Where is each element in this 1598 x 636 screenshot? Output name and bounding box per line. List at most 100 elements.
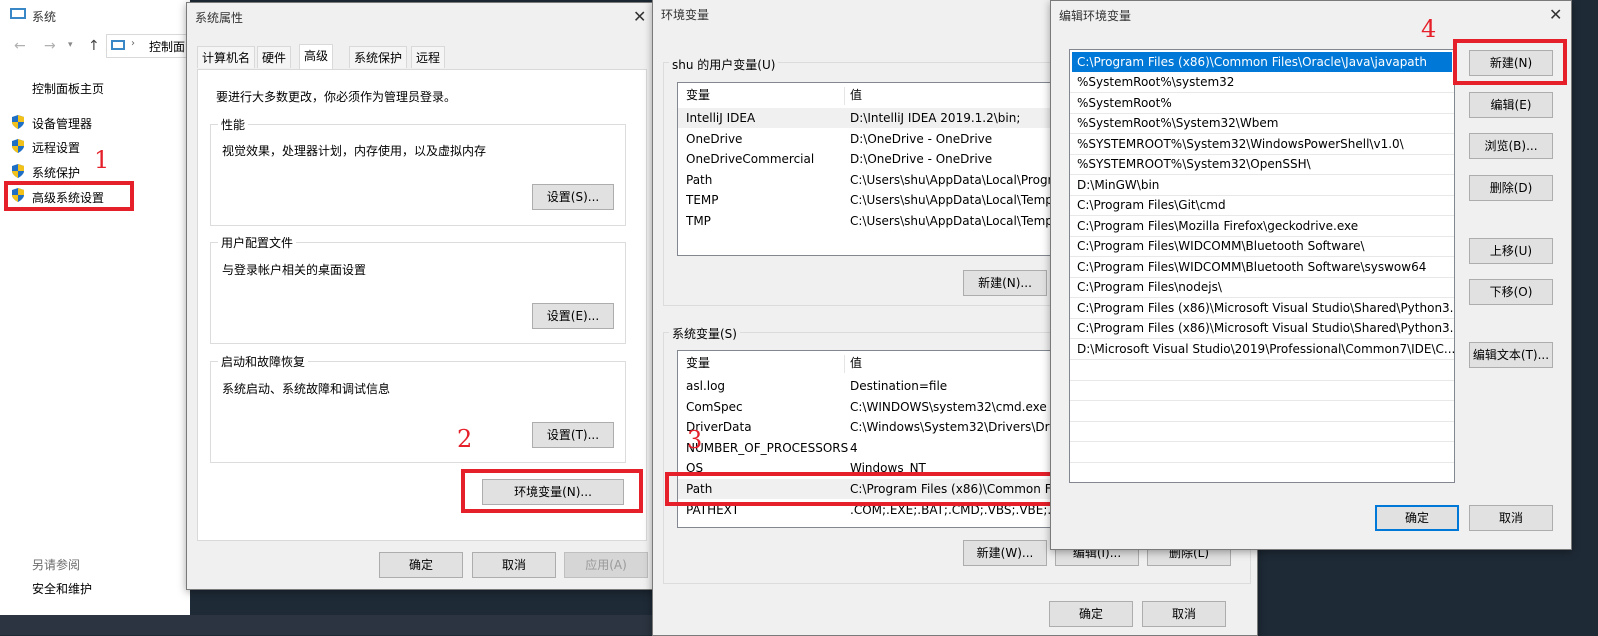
list-item[interactable]: C:\Program Files (x86)\Common Files\Orac… bbox=[1072, 52, 1452, 72]
performance-group bbox=[210, 124, 626, 226]
forward-arrow-icon[interactable]: → bbox=[44, 38, 56, 54]
annotation-4: 4 bbox=[1421, 15, 1437, 43]
variable-value: 4 bbox=[850, 441, 858, 455]
back-arrow-icon[interactable]: ← bbox=[14, 38, 26, 54]
variable-name: Path bbox=[686, 173, 713, 187]
startup-recovery-settings-button[interactable]: 设置(T)... bbox=[532, 422, 614, 448]
dialog-title: 编辑环境变量 bbox=[1059, 9, 1132, 23]
list-item[interactable]: D:\Microsoft Visual Studio\2019\Professi… bbox=[1070, 339, 1454, 360]
list-item[interactable]: C:\Program Files\Git\cmd bbox=[1070, 195, 1454, 216]
edit-text-button[interactable]: 编辑文本(T)... bbox=[1469, 342, 1553, 368]
table-row[interactable]: IntelliJ IDEA D:\IntelliJ IDEA 2019.1.2\… bbox=[678, 108, 1058, 128]
list-item[interactable]: %SYSTEMROOT%\System32\OpenSSH\ bbox=[1070, 154, 1454, 175]
ok-button[interactable]: 确定 bbox=[1375, 505, 1459, 531]
startup-recovery-title: 启动和故障恢复 bbox=[218, 353, 309, 370]
highlight-box-1 bbox=[4, 181, 134, 211]
remote-settings-link[interactable]: 远程设置 bbox=[32, 139, 80, 156]
table-row[interactable]: OneDrive D:\OneDrive - OneDrive bbox=[678, 129, 1058, 149]
admin-note: 要进行大多数更改，你必须作为管理员登录。 bbox=[216, 90, 457, 104]
delete-path-button[interactable]: 删除(D) bbox=[1469, 175, 1553, 201]
device-manager-link[interactable]: 设备管理器 bbox=[32, 115, 92, 132]
shield-icon bbox=[10, 138, 26, 154]
table-row[interactable]: OneDriveCommercial D:\OneDrive - OneDriv… bbox=[678, 149, 1058, 169]
security-maintenance-link[interactable]: 安全和维护 bbox=[32, 580, 92, 597]
control-panel-home-link[interactable]: 控制面板主页 bbox=[32, 80, 104, 97]
variable-name: OneDrive bbox=[686, 132, 743, 146]
table-row[interactable]: Path C:\Users\shu\AppData\Local\Progra bbox=[678, 170, 1058, 190]
highlight-box-2 bbox=[461, 469, 643, 513]
address-bar[interactable]: › 控制面 bbox=[106, 34, 198, 58]
tab-remote[interactable]: 远程 bbox=[411, 46, 446, 68]
tab-hardware[interactable]: 硬件 bbox=[257, 46, 292, 68]
move-down-button[interactable]: 下移(O) bbox=[1469, 279, 1553, 305]
highlight-box-3 bbox=[665, 472, 1057, 506]
startup-recovery-desc: 系统启动、系统故障和调试信息 bbox=[222, 382, 391, 396]
variable-name: TMP bbox=[686, 214, 711, 228]
user-variables-list[interactable]: 变量 值 IntelliJ IDEA D:\IntelliJ IDEA 2019… bbox=[677, 82, 1059, 256]
performance-desc: 视觉效果，处理器计划，内存使用，以及虚拟内存 bbox=[222, 144, 487, 158]
edit-path-button[interactable]: 编辑(E) bbox=[1469, 92, 1553, 118]
path-list[interactable]: C:\Program Files (x86)\Common Files\Orac… bbox=[1069, 49, 1455, 483]
up-arrow-icon[interactable]: ↑ bbox=[88, 38, 100, 54]
shield-icon bbox=[10, 114, 26, 130]
system-variables-title: 系统变量(S) bbox=[669, 325, 740, 342]
table-row[interactable]: asl.log Destination=file bbox=[678, 376, 1058, 396]
address-chevron-icon: › bbox=[131, 38, 135, 49]
table-row[interactable]: DriverData C:\Windows\System32\Drivers\D… bbox=[678, 417, 1058, 437]
highlight-box-4 bbox=[1453, 39, 1567, 85]
close-icon[interactable]: ✕ bbox=[633, 7, 646, 26]
table-row[interactable]: NUMBER_OF_PROCESSORS 4 bbox=[678, 438, 1058, 458]
list-item[interactable]: %SYSTEMROOT%\System32\WindowsPowerShell\… bbox=[1070, 134, 1454, 155]
monitor-icon bbox=[10, 8, 26, 19]
dialog-title: 环境变量 bbox=[661, 8, 710, 22]
list-item[interactable]: C:\Program Files\nodejs\ bbox=[1070, 277, 1454, 298]
list-item[interactable]: C:\Program Files\WIDCOMM\Bluetooth Softw… bbox=[1070, 257, 1454, 278]
tab-system-protection[interactable]: 系统保护 bbox=[349, 46, 408, 68]
user-profile-settings-button[interactable]: 设置(E)... bbox=[532, 303, 614, 329]
list-item[interactable]: C:\Program Files (x86)\Microsoft Visual … bbox=[1070, 318, 1454, 339]
annotation-3: 3 bbox=[687, 426, 703, 454]
list-item[interactable]: C:\Program Files (x86)\Microsoft Visual … bbox=[1070, 298, 1454, 319]
ok-button[interactable]: 确定 bbox=[1049, 601, 1133, 627]
table-row[interactable]: TMP C:\Users\shu\AppData\Local\Temp bbox=[678, 211, 1058, 231]
list-item[interactable]: C:\Program Files\Mozilla Firefox\geckodr… bbox=[1070, 216, 1454, 237]
variable-name: ComSpec bbox=[686, 400, 743, 414]
performance-title: 性能 bbox=[218, 116, 249, 133]
apply-button[interactable]: 应用(A) bbox=[564, 552, 648, 578]
empty-row bbox=[1070, 421, 1454, 442]
variable-name: NUMBER_OF_PROCESSORS bbox=[686, 441, 849, 455]
chevron-down-icon[interactable]: ▾ bbox=[68, 40, 73, 50]
list-item[interactable]: C:\Program Files\WIDCOMM\Bluetooth Softw… bbox=[1070, 236, 1454, 257]
list-item[interactable]: %SystemRoot% bbox=[1070, 93, 1454, 114]
list-header: 变量 值 bbox=[678, 353, 1058, 375]
column-header-variable[interactable]: 变量 bbox=[686, 353, 710, 373]
control-panel-window: 系统 ← → ▾ ↑ › 控制面 控制面板主页 设备管理器 远程设置 系统保护 … bbox=[0, 0, 198, 615]
move-up-button[interactable]: 上移(U) bbox=[1469, 238, 1553, 264]
variable-name: TEMP bbox=[686, 193, 719, 207]
cancel-button[interactable]: 取消 bbox=[1469, 505, 1553, 531]
ok-button[interactable]: 确定 bbox=[379, 552, 463, 578]
system-protection-link[interactable]: 系统保护 bbox=[32, 164, 80, 181]
table-row[interactable]: TEMP C:\Users\shu\AppData\Local\Temp bbox=[678, 190, 1058, 210]
close-icon[interactable]: ✕ bbox=[1549, 5, 1562, 24]
table-row[interactable]: ComSpec C:\WINDOWS\system32\cmd.exe bbox=[678, 397, 1058, 417]
shield-icon bbox=[10, 163, 26, 179]
browse-button[interactable]: 浏览(B)... bbox=[1469, 133, 1553, 159]
cancel-button[interactable]: 取消 bbox=[472, 552, 556, 578]
taskbar-strip bbox=[0, 615, 655, 635]
cancel-button[interactable]: 取消 bbox=[1142, 601, 1226, 627]
list-item[interactable]: %SystemRoot%\system32 bbox=[1070, 72, 1454, 93]
tab-advanced[interactable]: 高级 bbox=[299, 44, 334, 70]
list-item[interactable]: D:\MinGW\bin bbox=[1070, 175, 1454, 196]
list-item[interactable]: %SystemRoot%\System32\Wbem bbox=[1070, 113, 1454, 134]
tab-computer-name[interactable]: 计算机名 bbox=[197, 46, 256, 68]
system-new-button[interactable]: 新建(W)... bbox=[963, 540, 1047, 566]
column-header-value[interactable]: 值 bbox=[850, 353, 862, 373]
column-header-value[interactable]: 值 bbox=[850, 85, 862, 105]
performance-settings-button[interactable]: 设置(S)... bbox=[532, 184, 614, 210]
user-variables-title: shu 的用户变量(U) bbox=[669, 56, 779, 73]
window-title: 系统 bbox=[32, 10, 57, 24]
user-new-button[interactable]: 新建(N)... bbox=[963, 270, 1047, 296]
column-header-variable[interactable]: 变量 bbox=[686, 85, 710, 105]
variable-value: D:\IntelliJ IDEA 2019.1.2\bin; bbox=[850, 111, 1021, 125]
